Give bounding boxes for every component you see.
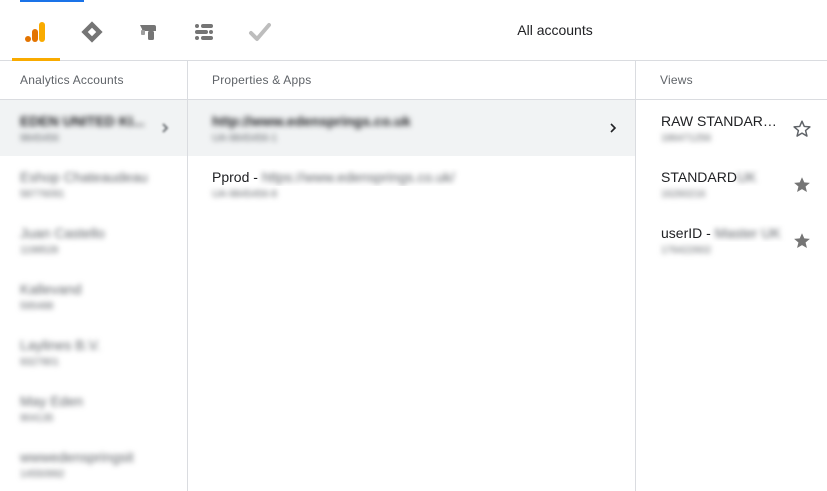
property-name: Pprod - https://www.edensprings.co.uk/ bbox=[212, 168, 615, 186]
property-id: UA-9845456-1 bbox=[212, 133, 278, 144]
account-row[interactable]: Juan Castello 1198528 bbox=[0, 212, 187, 268]
views-column-header: Views bbox=[636, 61, 827, 100]
account-row[interactable]: EDEN UNITED KI... 9845456 bbox=[0, 100, 187, 156]
chevron-right-icon bbox=[162, 123, 169, 133]
account-row[interactable]: May Eden 904135 bbox=[0, 380, 187, 436]
account-id: 9327801 bbox=[20, 357, 59, 368]
account-row[interactable]: Eshop Chateaudeau 58776091 bbox=[0, 156, 187, 212]
account-id: 904135 bbox=[20, 413, 54, 424]
account-id: 1198528 bbox=[20, 245, 59, 256]
property-name-prefix: Pprod - bbox=[212, 169, 262, 185]
account-row[interactable]: Laylines B.V. 9327801 bbox=[0, 324, 187, 380]
property-url: https://www.edensprings.co.uk/ bbox=[261, 169, 455, 185]
star-outline-icon[interactable] bbox=[791, 118, 813, 140]
top-accent-line bbox=[20, 0, 84, 2]
accounts-column-header: Analytics Accounts bbox=[0, 61, 187, 100]
view-name-suffix: Master UK bbox=[714, 225, 781, 241]
view-row[interactable]: STANDARD UK 16260216 bbox=[636, 156, 827, 212]
account-id: 14550992 bbox=[20, 469, 65, 480]
data-studio-icon[interactable] bbox=[186, 14, 222, 50]
view-row[interactable]: userID - Master UK 176422602 bbox=[636, 212, 827, 268]
star-filled-icon[interactable] bbox=[791, 230, 813, 252]
account-name: wwwedenspringsit bbox=[20, 449, 134, 465]
account-name: Laylines B.V. bbox=[20, 337, 101, 353]
account-id: 9845456 bbox=[20, 133, 59, 144]
properties-column-header: Properties & Apps bbox=[188, 61, 635, 100]
analytics-icon[interactable] bbox=[18, 14, 54, 50]
property-name: http://www.edensprings.co.uk bbox=[212, 113, 411, 129]
property-row[interactable]: http://www.edensprings.co.uk UA-9845456-… bbox=[188, 100, 635, 156]
accounts-column: Analytics Accounts EDEN UNITED KI... 984… bbox=[0, 61, 188, 491]
property-row[interactable]: Pprod - https://www.edensprings.co.uk/ U… bbox=[188, 156, 635, 212]
view-name: RAW STANDARD ... bbox=[661, 113, 786, 129]
views-column: Views RAW STANDARD ... 186471256 STANDAR… bbox=[636, 61, 827, 491]
view-id: 16260216 bbox=[661, 189, 706, 200]
view-name-main: STANDARD bbox=[661, 169, 737, 185]
view-id: 176422602 bbox=[661, 245, 712, 256]
property-id: UA-9845456-8 bbox=[212, 189, 278, 200]
view-name-suffix: UK bbox=[736, 169, 757, 185]
account-row[interactable]: Kallevand 595488 bbox=[0, 268, 187, 324]
properties-column: Properties & Apps http://www.edensprings… bbox=[188, 61, 636, 491]
account-id: 58776091 bbox=[20, 189, 65, 200]
view-name: userID - Master UK bbox=[661, 224, 807, 242]
account-name: Eshop Chateaudeau bbox=[20, 169, 148, 185]
product-switcher-bar: All accounts bbox=[0, 0, 827, 61]
account-name: May Eden bbox=[20, 393, 84, 409]
view-id: 186471256 bbox=[661, 133, 712, 144]
account-row[interactable]: wwwedenspringsit 14550992 bbox=[0, 436, 187, 491]
page-title: All accounts bbox=[517, 22, 593, 38]
optimize-icon[interactable] bbox=[130, 14, 166, 50]
star-filled-icon[interactable] bbox=[791, 174, 813, 196]
account-name: EDEN UNITED KI... bbox=[20, 113, 145, 129]
account-name: Juan Castello bbox=[20, 225, 105, 241]
chevron-right-icon bbox=[610, 123, 617, 133]
tag-manager-icon[interactable] bbox=[74, 14, 110, 50]
checkmark-icon[interactable] bbox=[242, 14, 278, 50]
view-name-main: userID - bbox=[661, 225, 715, 241]
view-row[interactable]: RAW STANDARD ... 186471256 bbox=[636, 100, 827, 156]
view-name: STANDARD UK bbox=[661, 168, 807, 186]
account-name: Kallevand bbox=[20, 281, 82, 297]
account-id: 595488 bbox=[20, 301, 54, 312]
